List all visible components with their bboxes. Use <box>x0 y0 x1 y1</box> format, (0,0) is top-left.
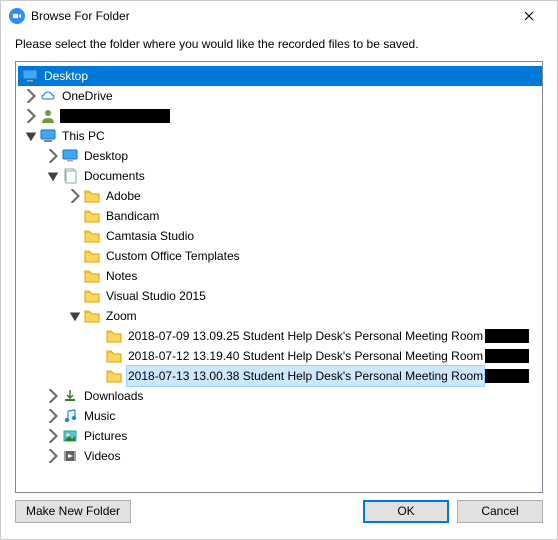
folder-icon <box>84 288 100 304</box>
expander-icon[interactable] <box>46 389 60 403</box>
tree-label: Documents <box>82 166 147 186</box>
tree-label: Visual Studio 2015 <box>104 286 208 306</box>
folder-icon <box>84 268 100 284</box>
browse-for-folder-dialog: Browse For Folder Please select the fold… <box>0 0 558 540</box>
tree-node-adobe[interactable]: Adobe <box>18 186 542 206</box>
videos-icon <box>62 448 78 464</box>
folder-icon <box>84 228 100 244</box>
tree-label: Pictures <box>82 426 129 446</box>
expander-icon[interactable] <box>24 109 38 123</box>
tree-label: Desktop <box>82 146 130 166</box>
tree-label: Adobe <box>104 186 143 206</box>
tree-node-desktop-root[interactable]: Desktop <box>18 66 542 86</box>
folder-tree: Desktop OneDrive <box>15 61 543 493</box>
expander-open-icon[interactable] <box>68 309 82 323</box>
pictures-icon <box>62 428 78 444</box>
redacted-username <box>60 109 170 123</box>
ok-button[interactable]: OK <box>363 500 449 523</box>
zoom-app-icon <box>9 8 25 24</box>
redacted-text <box>485 349 529 363</box>
this-pc-icon <box>40 128 56 144</box>
tree-label: This PC <box>60 126 107 146</box>
close-icon <box>524 11 534 21</box>
onedrive-icon <box>40 88 56 104</box>
expander-icon[interactable] <box>46 409 60 423</box>
tree-label: 2018-07-12 13.19.40 Student Help Desk's … <box>126 346 485 366</box>
folder-icon <box>106 368 122 384</box>
tree-label: Notes <box>104 266 139 286</box>
tree-label: Camtasia Studio <box>104 226 196 246</box>
tree-node-notes[interactable]: Notes <box>18 266 542 286</box>
expander-icon[interactable] <box>46 429 60 443</box>
close-button[interactable] <box>509 2 549 30</box>
tree-node-downloads[interactable]: Downloads <box>18 386 542 406</box>
folder-icon <box>84 188 100 204</box>
tree-node-zoom-rec-1[interactable]: 2018-07-09 13.09.25 Student Help Desk's … <box>18 326 542 346</box>
desktop-icon <box>62 148 78 164</box>
tree-label: Zoom <box>104 306 139 326</box>
redacted-text <box>485 329 529 343</box>
tree-label: Desktop <box>42 66 90 86</box>
tree-label: Bandicam <box>104 206 161 226</box>
folder-icon <box>84 308 100 324</box>
tree-label: Custom Office Templates <box>104 246 242 266</box>
downloads-icon <box>62 388 78 404</box>
tree-node-bandicam[interactable]: Bandicam <box>18 206 542 226</box>
tree-label: Downloads <box>82 386 145 406</box>
instruction-text: Please select the folder where you would… <box>1 31 557 61</box>
tree-node-user[interactable] <box>18 106 542 126</box>
tree-node-onedrive[interactable]: OneDrive <box>18 86 542 106</box>
tree-node-music[interactable]: Music <box>18 406 542 426</box>
tree-node-camtasia[interactable]: Camtasia Studio <box>18 226 542 246</box>
tree-node-zoom-rec-2[interactable]: 2018-07-12 13.19.40 Student Help Desk's … <box>18 346 542 366</box>
user-icon <box>40 108 56 124</box>
dialog-footer: Make New Folder OK Cancel <box>1 493 557 539</box>
folder-tree-scroll[interactable]: Desktop OneDrive <box>16 62 542 492</box>
redacted-text <box>485 369 529 383</box>
folder-icon <box>84 248 100 264</box>
folder-icon <box>106 328 122 344</box>
folder-icon <box>84 208 100 224</box>
expander-icon[interactable] <box>46 449 60 463</box>
expander-open-icon[interactable] <box>24 129 38 143</box>
tree-label: 2018-07-13 13.00.38 Student Help Desk's … <box>126 365 485 387</box>
tree-node-custom-office[interactable]: Custom Office Templates <box>18 246 542 266</box>
tree-node-vs2015[interactable]: Visual Studio 2015 <box>18 286 542 306</box>
titlebar: Browse For Folder <box>1 1 557 31</box>
tree-label: OneDrive <box>60 86 115 106</box>
tree-node-this-pc[interactable]: This PC <box>18 126 542 146</box>
desktop-icon <box>22 68 38 84</box>
expander-open-icon[interactable] <box>46 169 60 183</box>
cancel-button[interactable]: Cancel <box>457 500 543 523</box>
make-new-folder-button[interactable]: Make New Folder <box>15 500 131 523</box>
tree-node-videos[interactable]: Videos <box>18 446 542 466</box>
tree-label: Videos <box>82 446 122 466</box>
expander-icon[interactable] <box>46 149 60 163</box>
tree-node-pc-desktop[interactable]: Desktop <box>18 146 542 166</box>
tree-node-zoom-rec-3[interactable]: 2018-07-13 13.00.38 Student Help Desk's … <box>18 366 542 386</box>
tree-node-pictures[interactable]: Pictures <box>18 426 542 446</box>
tree-node-zoom[interactable]: Zoom <box>18 306 542 326</box>
tree-label: Music <box>82 406 117 426</box>
music-icon <box>62 408 78 424</box>
folder-icon <box>106 348 122 364</box>
expander-icon[interactable] <box>24 89 38 103</box>
documents-icon <box>62 168 78 184</box>
tree-label: 2018-07-09 13.09.25 Student Help Desk's … <box>126 326 485 346</box>
tree-node-documents[interactable]: Documents <box>18 166 542 186</box>
window-title: Browse For Folder <box>31 9 509 23</box>
expander-icon[interactable] <box>68 189 82 203</box>
